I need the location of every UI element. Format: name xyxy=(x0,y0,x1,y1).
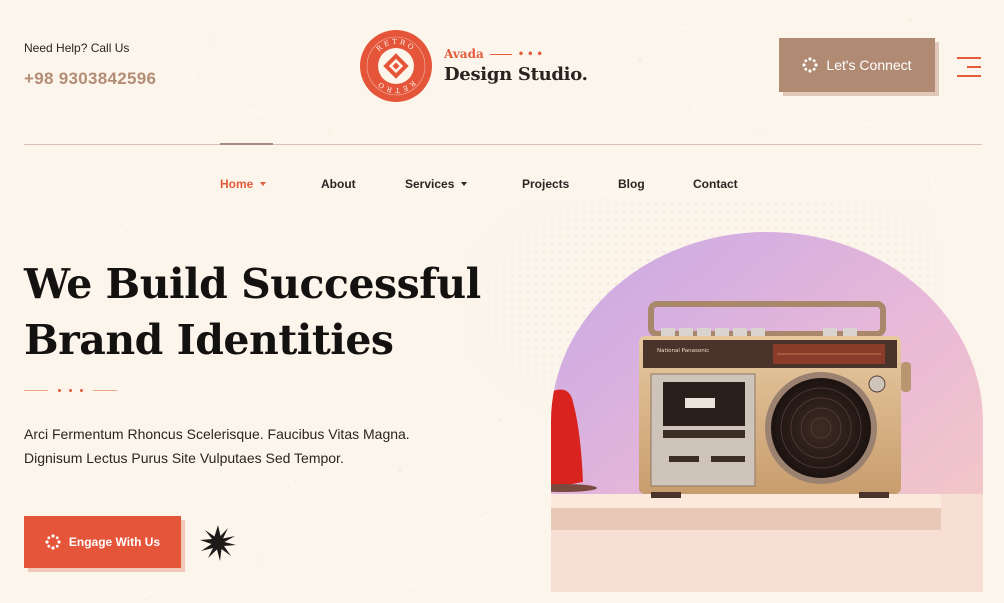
spinner-icon xyxy=(802,57,819,73)
hero-title-line1: We Build Successful xyxy=(24,260,481,308)
nav-item-blog[interactable]: Blog xyxy=(618,177,645,191)
caret-down-icon xyxy=(260,182,267,186)
help-label: Need Help? Call Us xyxy=(24,41,130,55)
logo-brand-main: Design Studio. xyxy=(444,64,588,85)
nav-item-label: Contact xyxy=(693,177,738,191)
caret-down-icon xyxy=(461,182,468,186)
logo-badge-icon: RETRO RETRO xyxy=(360,30,432,102)
hero-image: National Panasonic xyxy=(551,232,983,592)
hero-title: We Build Successful Brand Identities xyxy=(24,256,481,368)
help-contact: Need Help? Call Us +98 9303842596 xyxy=(24,41,156,89)
lets-connect-button[interactable]: Let's Connect xyxy=(779,38,935,92)
nav-item-label: About xyxy=(321,177,356,191)
hero-ornament xyxy=(24,389,117,392)
logo-rule xyxy=(489,53,512,55)
engage-label: Engage With Us xyxy=(68,535,161,549)
nav-item-services[interactable]: Services xyxy=(405,177,468,191)
nav-item-contact[interactable]: Contact xyxy=(693,177,738,191)
hero-description: Arci Fermentum Rhoncus Scelerisque. Fauc… xyxy=(24,422,410,470)
logo-brand-small: Avada xyxy=(444,47,484,61)
engage-with-us-button[interactable]: Engage With Us xyxy=(24,516,181,568)
hero-title-line2: Brand Identities xyxy=(24,316,394,364)
nav-active-indicator xyxy=(220,143,273,145)
lets-connect-label: Let's Connect xyxy=(826,57,912,73)
hero-desc-line2: Dignisum Lectus Purus Site Vulputaes Sed… xyxy=(24,450,344,466)
hamburger-icon[interactable] xyxy=(955,55,981,81)
nav-item-label: Blog xyxy=(618,177,645,191)
spinner-icon xyxy=(45,534,61,550)
nav-item-home[interactable]: Home xyxy=(220,177,267,191)
nav-item-about[interactable]: About xyxy=(321,177,356,191)
header-divider xyxy=(24,144,982,145)
starburst-icon xyxy=(200,525,236,561)
site-logo[interactable]: RETRO RETRO Avada ••• Design Studio. xyxy=(360,30,588,102)
hero-desc-line1: Arci Fermentum Rhoncus Scelerisque. Fauc… xyxy=(24,426,410,442)
nav-item-label: Home xyxy=(220,177,254,191)
logo-dots: ••• xyxy=(517,48,546,60)
radio-brand-text: National Panasonic xyxy=(657,348,709,354)
nav-item-label: Projects xyxy=(522,177,570,191)
nav-item-label: Services xyxy=(405,177,455,191)
nav-item-projects[interactable]: Projects xyxy=(522,177,569,191)
phone-number[interactable]: +98 9303842596 xyxy=(24,69,156,89)
